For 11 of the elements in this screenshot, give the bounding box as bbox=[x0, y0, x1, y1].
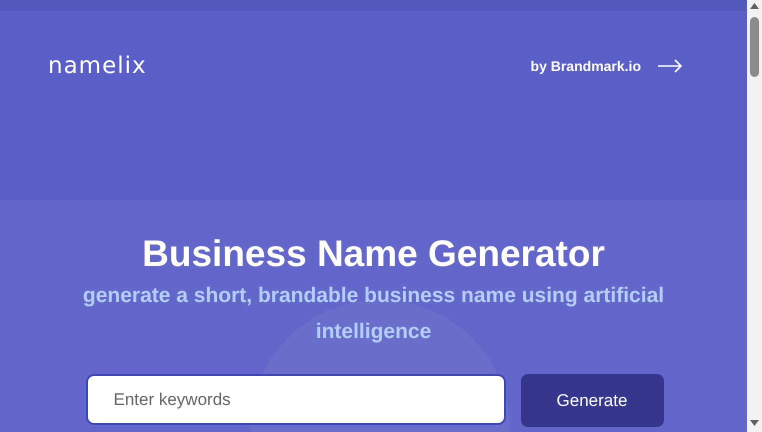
page-title: Business Name Generator bbox=[141, 234, 606, 274]
logo[interactable]: namelix bbox=[48, 49, 147, 84]
subtitle: generate a short, brandable business name using artificial intelligence bbox=[82, 283, 666, 346]
scroll-up-icon[interactable] bbox=[750, 3, 759, 9]
generate-button[interactable]: Generate bbox=[520, 374, 664, 428]
keywords-input[interactable]: Enter keywords bbox=[86, 374, 506, 426]
brandmark-link[interactable]: by Brandmark.io bbox=[530, 56, 683, 77]
scrollbar[interactable] bbox=[747, 0, 762, 432]
arrow-right-icon bbox=[657, 59, 683, 74]
scroll-down-icon[interactable] bbox=[750, 420, 759, 426]
scrollbar-thumb[interactable] bbox=[750, 17, 759, 77]
